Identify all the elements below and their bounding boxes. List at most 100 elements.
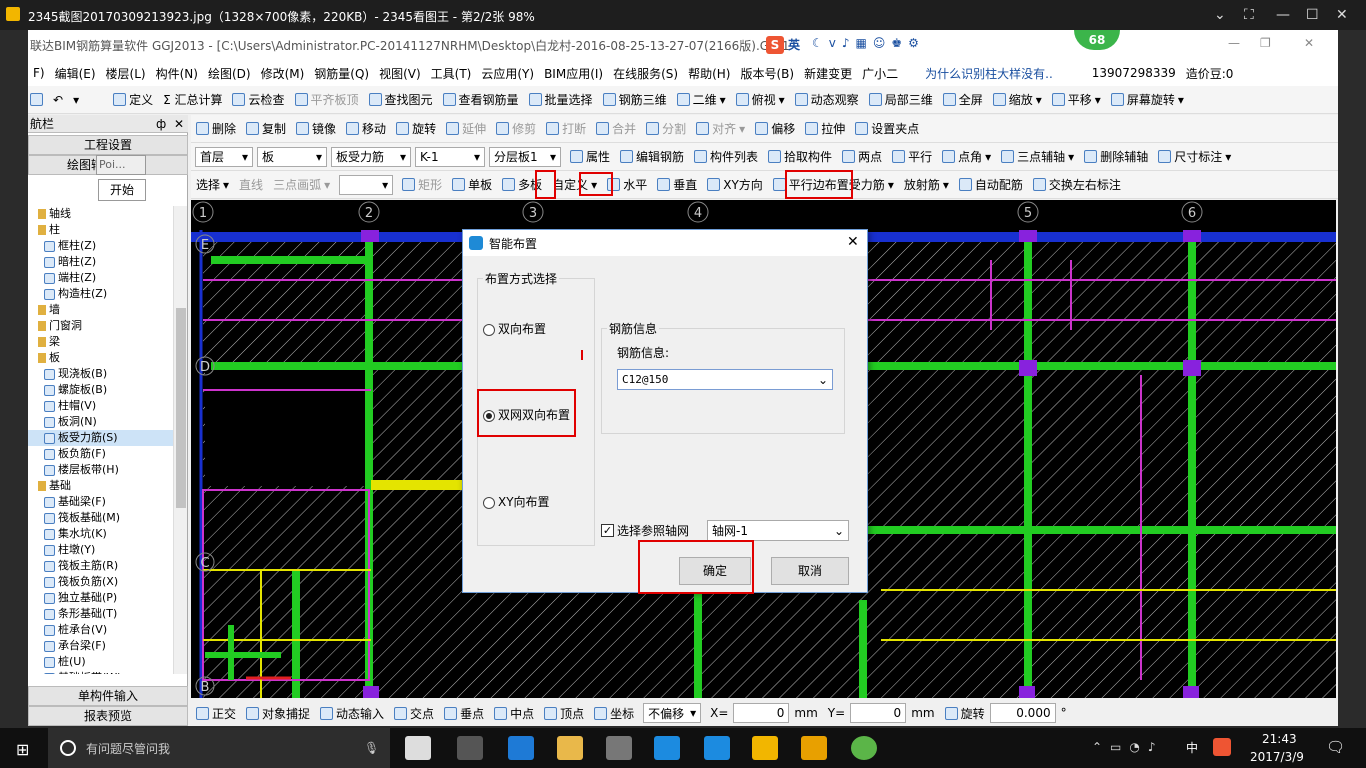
floor-select[interactable]: 首层 ▾ <box>195 146 253 167</box>
y-input[interactable]: 0 <box>850 703 907 723</box>
tb-edit-rebar[interactable]: 编辑钢筋 <box>615 148 689 165</box>
tb-find[interactable]: 查找图元 <box>364 91 438 108</box>
tree-item[interactable]: 基础板带(W) <box>28 670 173 674</box>
tb-mirror[interactable]: 镜像 <box>291 120 341 137</box>
snap-intersection[interactable]: 交点 <box>389 705 439 722</box>
dialog-close-icon[interactable]: ✕ <box>847 234 859 250</box>
rebar-input[interactable]: C12@150 ⌄ <box>617 369 833 390</box>
tb-align-top[interactable]: 平齐板顶 <box>290 91 364 108</box>
tb-local-3d[interactable]: 局部三维 <box>864 91 938 108</box>
ime-tools-icon[interactable]: ☾ⅴ♪▦☺♚⚙ <box>812 36 925 50</box>
tree-item[interactable]: 楼层板带(H) <box>28 462 173 478</box>
tree-group[interactable]: 墙 <box>28 302 173 318</box>
report-preview-button[interactable]: 报表预览 <box>28 706 188 726</box>
tb-line[interactable]: 直线 <box>234 176 268 193</box>
tree-item[interactable]: 暗柱(Z) <box>28 254 173 270</box>
menu-item[interactable]: 楼层(L) <box>101 65 151 82</box>
taskbar-app-icon[interactable] <box>704 736 730 760</box>
pin-icon[interactable]: ф <box>156 117 166 131</box>
save-icon[interactable] <box>28 93 48 106</box>
snap-perpendicular[interactable]: 垂点 <box>439 705 489 722</box>
start-button[interactable]: 开始 <box>98 179 146 201</box>
tb-swap-labels[interactable]: 交换左右标注 <box>1028 176 1126 193</box>
tree-item[interactable]: 柱帽(V) <box>28 398 173 414</box>
tb-stretch[interactable]: 拉伸 <box>800 120 850 137</box>
tb-offset[interactable]: 偏移 <box>750 120 800 137</box>
tb-component-list[interactable]: 构件列表 <box>689 148 763 165</box>
tree-item[interactable]: 筏板基础(M) <box>28 510 173 526</box>
tb-delete-axis[interactable]: 删除辅轴 <box>1079 148 1153 165</box>
tb-extend[interactable]: 延伸 <box>441 120 491 137</box>
maximize-icon[interactable]: ☐ <box>1306 7 1319 23</box>
tb-delete[interactable]: 删除 <box>191 120 241 137</box>
tree-item[interactable]: 筏板负筋(X) <box>28 574 173 590</box>
menu-item[interactable]: 版本号(B) <box>735 65 799 82</box>
app-close-icon[interactable]: ✕ <box>1304 36 1314 50</box>
dynamic-input-toggle[interactable]: 动态输入 <box>315 705 389 722</box>
explorer-icon[interactable] <box>557 736 583 760</box>
snap-toggle[interactable]: 对象捕捉 <box>241 705 315 722</box>
tb-batch-select[interactable]: 批量选择 <box>524 91 598 108</box>
tb-rebar-3d[interactable]: 钢筋三维 <box>598 91 672 108</box>
tree-group[interactable]: 基础 <box>28 478 173 494</box>
menu-item[interactable]: 帮助(H) <box>683 65 735 82</box>
tb-rect[interactable]: 矩形 <box>397 176 447 193</box>
taskbar-app-icon[interactable] <box>405 736 431 760</box>
menu-item[interactable]: 修改(M) <box>256 65 310 82</box>
tb-view-rebar[interactable]: 查看钢筋量 <box>438 91 524 108</box>
tb-define[interactable]: 定义 <box>108 91 158 108</box>
tb-single-slab[interactable]: 单板 <box>447 176 497 193</box>
taskbar-app-icon[interactable] <box>851 736 877 760</box>
tb-auto-rebar[interactable]: 自动配筋 <box>954 176 1028 193</box>
ref-axis-checkbox[interactable]: ✓ 选择参照轴网 <box>601 522 689 539</box>
tree-item[interactable]: 螺旋板(B) <box>28 382 173 398</box>
tree-group[interactable]: 板 <box>28 350 173 366</box>
tb-cloud-check[interactable]: 云检查 <box>227 91 289 108</box>
close-icon[interactable]: ✕ <box>1336 7 1348 23</box>
tb-merge[interactable]: 合并 <box>591 120 641 137</box>
search-box[interactable]: 有问题尽管问我 🎙 <box>48 728 390 768</box>
type-select[interactable]: 板 ▾ <box>257 146 327 167</box>
viewer-taskbar-icon[interactable] <box>752 736 778 760</box>
tb-three-point-axis[interactable]: 三点辅轴 ▾ <box>996 148 1079 165</box>
tb-point-angle[interactable]: 点角 ▾ <box>937 148 996 165</box>
app-restore-icon[interactable]: ❐ <box>1260 36 1271 50</box>
menu-item[interactable]: 绘图(D) <box>203 65 256 82</box>
tb-fullscreen[interactable]: 全屏 <box>938 91 988 108</box>
rotation-input[interactable]: 0.000 <box>989 703 1056 723</box>
menu-item[interactable]: BIM应用(I) <box>539 65 608 82</box>
snap-vertex[interactable]: 顶点 <box>539 705 589 722</box>
windows-start-icon[interactable]: ⊞ <box>16 740 29 759</box>
tb-radial[interactable]: 放射筋 ▾ <box>899 176 954 193</box>
tb-xy-direction[interactable]: XY方向 <box>702 176 768 193</box>
menu-item[interactable]: 编辑(E) <box>50 65 101 82</box>
tree-item[interactable]: 端柱(Z) <box>28 270 173 286</box>
tree-item[interactable]: 承台梁(F) <box>28 638 173 654</box>
ref-axis-select[interactable]: 轴网-1 ⌄ <box>707 520 849 541</box>
tree-group[interactable]: 轴线 <box>28 206 173 222</box>
menu-item[interactable]: 在线服务(S) <box>608 65 683 82</box>
project-settings-button[interactable]: 工程设置 <box>28 135 188 155</box>
tb-properties[interactable]: 属性 <box>565 148 615 165</box>
menu-item[interactable]: 钢筋量(Q) <box>309 65 374 82</box>
tb-rotate-screen[interactable]: 屏幕旋转 ▾ <box>1106 91 1189 108</box>
fullscreen-icon[interactable]: ⛶ <box>1244 7 1254 23</box>
minimize-icon[interactable]: — <box>1276 7 1290 23</box>
clock-time[interactable]: 21:43 <box>1262 732 1297 746</box>
radio-bidirectional[interactable]: 双向布置 <box>483 320 546 337</box>
tree-scrollbar[interactable] <box>173 206 187 674</box>
tb-arc[interactable]: 三点画弧 ▾ <box>268 176 335 193</box>
tree-item[interactable]: 条形基础(T) <box>28 606 173 622</box>
taskbar-app-icon[interactable] <box>654 736 680 760</box>
tb-pick[interactable]: 拾取构件 <box>763 148 837 165</box>
app-minimize-icon[interactable]: — <box>1228 36 1240 50</box>
question-link[interactable]: 为什么识别柱大样没有.. <box>903 65 1058 82</box>
tree-item[interactable]: 桩(U) <box>28 654 173 670</box>
menu-item[interactable]: 云应用(Y) <box>476 65 539 82</box>
notification-icon[interactable]: 🗨 <box>1326 738 1345 756</box>
tree-item[interactable]: 框柱(Z) <box>28 238 173 254</box>
tb-sum[interactable]: Σ 汇总计算 <box>158 91 227 108</box>
tb-dimension[interactable]: 尺寸标注 ▾ <box>1153 148 1236 165</box>
tree-item[interactable]: 桩承台(V) <box>28 622 173 638</box>
tb-top-view[interactable]: 俯视 ▾ <box>731 91 790 108</box>
